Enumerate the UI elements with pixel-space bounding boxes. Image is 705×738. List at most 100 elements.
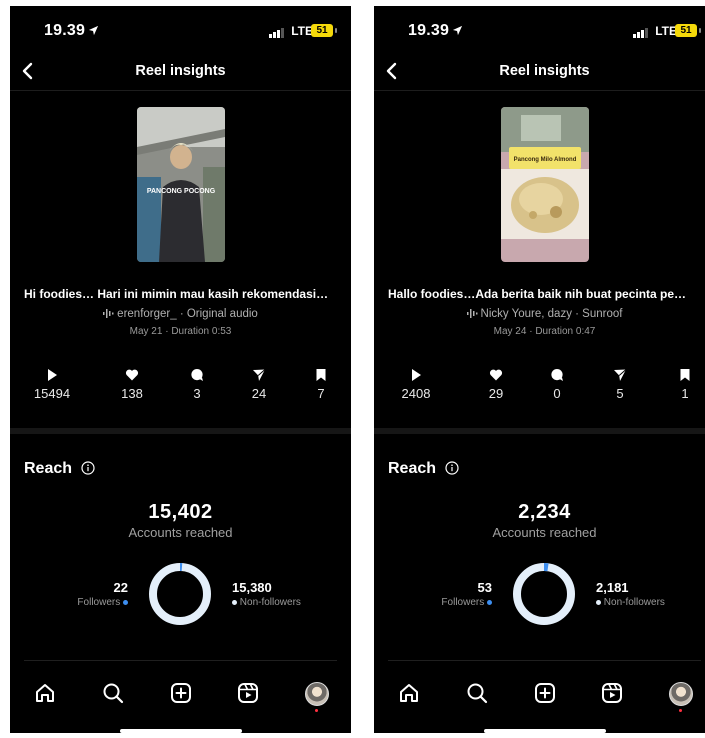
tabbar-divider — [24, 660, 337, 661]
non-followers-count: 15,380 — [232, 580, 272, 595]
reach-donut-chart — [513, 563, 575, 625]
followers-label: Followers — [441, 597, 485, 608]
network-type: LTE — [291, 24, 313, 38]
thumbnail-overlay-text: Pancong Milo Almond — [514, 157, 577, 163]
search-icon[interactable] — [466, 682, 488, 704]
reel-thumbnail[interactable]: Pancong Milo Almond — [501, 107, 589, 262]
profile-avatar[interactable] — [305, 682, 329, 706]
audio-waveform-icon — [466, 309, 478, 319]
stat-shares: 24 — [229, 368, 289, 401]
audio-label: Nicky Youre, dazy · Sunroof — [480, 308, 623, 320]
stat-saves: 7 — [291, 368, 351, 401]
bookmark-icon — [316, 369, 326, 381]
stat-plays: 15494 — [22, 368, 82, 401]
reel-thumbnail[interactable]: PANCONG POCONG — [137, 107, 225, 262]
comments-count: 3 — [193, 386, 201, 401]
bookmark-icon — [680, 369, 690, 381]
non-followers-count: 2,181 — [596, 580, 629, 595]
likes-count: 29 — [488, 386, 504, 401]
reach-donut-chart — [149, 563, 211, 625]
non-followers-legend: Non-followers — [232, 597, 301, 608]
audio-info[interactable]: Nicky Youre, dazy · Sunroof — [374, 308, 705, 320]
comment-bubble-icon — [191, 369, 203, 381]
stat-saves: 1 — [655, 368, 705, 401]
notification-dot — [679, 709, 682, 712]
status-time: 19.39 — [408, 22, 450, 39]
phone-screen-left: 19.39 LTE 51 Reel insights PANCONG POCON… — [10, 6, 351, 733]
battery-icon: 51 — [675, 24, 697, 37]
header-divider — [10, 90, 351, 91]
home-indicator[interactable] — [484, 729, 606, 733]
status-time: 19.39 — [44, 22, 86, 39]
followers-count: 53 — [477, 580, 492, 595]
accounts-reached-label: Accounts reached — [492, 525, 597, 540]
play-icon — [412, 369, 421, 381]
status-bar: 19.39 LTE 51 — [374, 22, 705, 44]
signal-bars-icon — [269, 28, 284, 38]
section-divider — [10, 428, 351, 434]
paper-plane-icon — [253, 369, 266, 381]
location-arrow-icon — [88, 25, 99, 36]
notification-dot — [315, 709, 318, 712]
reel-caption[interactable]: Hi foodies… Hari ini mimin mau kasih rek… — [24, 287, 342, 301]
reel-caption[interactable]: Hallo foodies…Ada berita baik nih buat p… — [388, 287, 705, 301]
section-divider — [374, 428, 705, 434]
non-followers-label: Non-followers — [239, 597, 301, 608]
header-divider — [374, 90, 705, 91]
heart-icon — [489, 369, 503, 381]
page-title: Reel insights — [135, 63, 226, 79]
plays-count: 15494 — [33, 386, 71, 401]
profile-avatar[interactable] — [669, 682, 693, 706]
stat-plays: 2408 — [386, 368, 446, 401]
thumbnail-overlay-text: PANCONG POCONG — [147, 188, 216, 195]
likes-count: 138 — [121, 386, 143, 401]
location-arrow-icon — [452, 25, 463, 36]
reel-date-duration: May 24 · Duration 0:47 — [493, 326, 596, 337]
comments-count: 0 — [553, 386, 561, 401]
followers-count: 22 — [113, 580, 128, 595]
non-followers-label: Non-followers — [603, 597, 665, 608]
create-plus-icon[interactable] — [534, 682, 556, 704]
audio-waveform-icon — [103, 309, 114, 319]
search-icon[interactable] — [102, 682, 124, 704]
battery-cap — [699, 28, 701, 33]
reels-icon[interactable] — [601, 682, 623, 704]
reach-heading: Reach — [24, 460, 73, 477]
stat-comments: 3 — [167, 368, 227, 401]
play-icon — [48, 369, 57, 381]
home-indicator[interactable] — [120, 729, 242, 733]
shares-count: 24 — [251, 386, 267, 401]
non-followers-legend: Non-followers — [596, 597, 665, 608]
battery-cap — [335, 28, 337, 33]
followers-legend: Followers — [50, 597, 128, 608]
stat-likes: 29 — [466, 368, 526, 401]
page-title: Reel insights — [499, 63, 590, 79]
heart-icon — [125, 369, 139, 381]
info-icon[interactable] — [81, 461, 95, 475]
followers-dot — [487, 599, 492, 605]
accounts-reached-value: 15,402 — [148, 501, 213, 523]
network-type: LTE — [655, 24, 677, 38]
signal-bars-icon — [633, 28, 648, 38]
reel-date-duration: May 21 · Duration 0:53 — [129, 326, 232, 337]
stat-comments: 0 — [527, 368, 587, 401]
battery-icon: 51 — [311, 24, 333, 37]
home-icon[interactable] — [398, 682, 420, 704]
home-icon[interactable] — [34, 682, 56, 704]
shares-count: 5 — [616, 386, 624, 401]
create-plus-icon[interactable] — [170, 682, 192, 704]
reels-icon[interactable] — [237, 682, 259, 704]
comment-bubble-icon — [551, 369, 563, 381]
audio-info[interactable]: erenforger_ · Original audio — [10, 308, 351, 320]
followers-label: Followers — [77, 597, 121, 608]
info-icon[interactable] — [445, 461, 459, 475]
saves-count: 7 — [317, 386, 325, 401]
non-followers-dot — [596, 599, 601, 605]
followers-legend: Followers — [414, 597, 492, 608]
plays-count: 2408 — [401, 386, 431, 401]
saves-count: 1 — [681, 386, 689, 401]
stat-likes: 138 — [102, 368, 162, 401]
non-followers-dot — [232, 599, 237, 605]
accounts-reached-value: 2,234 — [518, 501, 571, 523]
status-bar: 19.39 LTE 51 — [10, 22, 351, 44]
